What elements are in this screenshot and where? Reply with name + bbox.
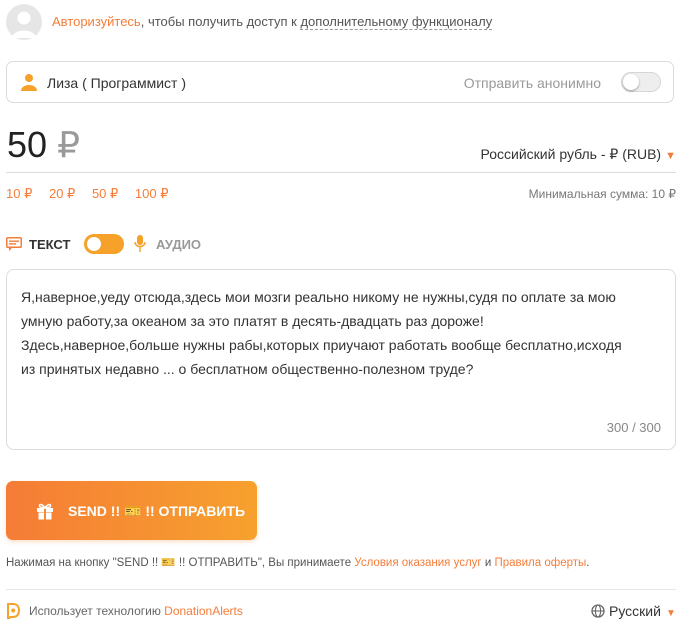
- gift-icon: [37, 503, 53, 520]
- avatar-placeholder-icon: [12, 11, 36, 38]
- extra-features-link[interactable]: дополнительному функционалу: [300, 14, 493, 30]
- language-select-value: Русский: [609, 603, 661, 619]
- minimum-amount: Минимальная сумма: 10 ₽: [528, 187, 676, 201]
- chevron-down-icon: ▼: [665, 150, 676, 162]
- preset-amount[interactable]: 10 ₽: [6, 186, 32, 201]
- message-text: Я,наверное,уеду отсюда,здесь мои мозги р…: [21, 289, 622, 377]
- chevron-down-icon: ▼: [665, 608, 676, 619]
- powered-by-prefix: Использует технологию: [29, 604, 165, 618]
- preset-amount[interactable]: 20 ₽: [49, 186, 75, 201]
- auth-prompt: Авторизуйтесь, чтобы получить доступ к д…: [52, 14, 493, 30]
- message-mode-toggle[interactable]: [84, 234, 124, 254]
- auth-prompt-middle: , чтобы получить доступ к: [140, 14, 301, 29]
- globe-icon: [591, 604, 605, 618]
- send-button-label: SEND !! 🎫 !! ОТПРАВИТЬ: [68, 503, 246, 519]
- amount-value: 50: [7, 124, 48, 165]
- terms-notice: Нажимая на кнопку "SEND !! 🎫 !! ОТПРАВИТ…: [6, 555, 589, 569]
- amount-input[interactable]: 50 ₽: [7, 124, 80, 166]
- offer-rules-link[interactable]: Правила оферты: [494, 557, 586, 569]
- currency-select-value: Российский рубль - ₽ (RUB): [480, 146, 662, 162]
- preset-amount[interactable]: 100 ₽: [135, 186, 169, 201]
- donor-name-field[interactable]: Лиза ( Программист ) Отправить анонимно: [6, 61, 674, 103]
- preset-amount[interactable]: 50 ₽: [92, 186, 118, 201]
- language-select[interactable]: Русский ▼: [609, 603, 676, 619]
- mode-toggle-knob: [87, 237, 101, 251]
- terms-and: и: [481, 557, 495, 569]
- amount-currency-symbol: ₽: [57, 124, 80, 165]
- mode-audio-label[interactable]: АУДИО: [156, 237, 201, 252]
- anonymous-toggle[interactable]: [621, 72, 661, 92]
- anonymous-label: Отправить анонимно: [463, 75, 601, 91]
- terms-suffix: .: [586, 557, 590, 569]
- amount-divider: [6, 172, 676, 173]
- avatar[interactable]: [6, 4, 42, 40]
- footer-divider: [6, 589, 676, 590]
- send-button[interactable]: SEND !! 🎫 !! ОТПРАВИТЬ: [6, 481, 257, 540]
- login-link[interactable]: Авторизуйтесь: [52, 14, 141, 29]
- amount-presets: 10 ₽ 20 ₽ 50 ₽ 100 ₽: [6, 186, 181, 202]
- mode-text-label[interactable]: ТЕКСТ: [29, 237, 70, 252]
- anonymous-toggle-knob: [623, 74, 639, 90]
- currency-select[interactable]: Российский рубль - ₽ (RUB) ▼: [481, 146, 676, 163]
- donationalerts-link[interactable]: DonationAlerts: [164, 604, 243, 618]
- powered-by: Использует технологию DonationAlerts: [29, 604, 243, 618]
- message-textarea[interactable]: Я,наверное,уеду отсюда,здесь мои мозги р…: [6, 269, 676, 450]
- text-message-icon: [6, 237, 22, 251]
- terms-prefix: Нажимая на кнопку "SEND !! 🎫 !! ОТПРАВИТ…: [6, 557, 355, 569]
- donationalerts-logo-icon: [7, 603, 20, 619]
- user-icon: [21, 74, 37, 91]
- terms-of-service-link[interactable]: Условия оказания услуг: [354, 557, 481, 569]
- microphone-icon: [134, 235, 146, 252]
- donor-name-value[interactable]: Лиза ( Программист ): [47, 75, 186, 91]
- character-counter: 300 / 300: [606, 420, 661, 435]
